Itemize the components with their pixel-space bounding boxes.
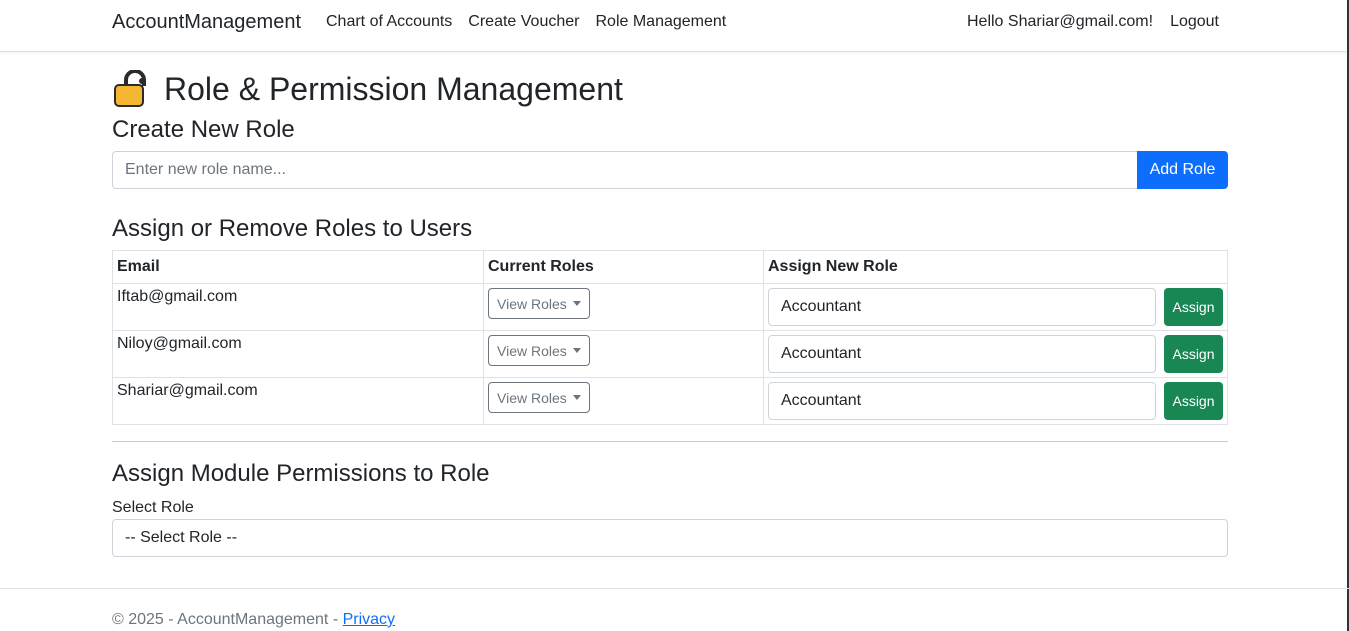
create-role-heading: Create New Role: [112, 116, 295, 143]
nav-create-voucher[interactable]: Create Voucher: [468, 13, 579, 31]
caret-down-icon: [572, 395, 581, 400]
view-roles-dropdown[interactable]: View Roles: [488, 335, 590, 366]
column-header-email: Email: [112, 250, 484, 284]
table-row: Niloy@gmail.com View Roles Accountant As…: [112, 330, 1228, 378]
caret-down-icon: [572, 348, 581, 353]
user-email: Niloy@gmail.com: [112, 330, 484, 378]
privacy-link[interactable]: Privacy: [343, 611, 395, 628]
permission-role-select[interactable]: -- Select Role --: [112, 519, 1228, 557]
nav-chart-of-accounts[interactable]: Chart of Accounts: [326, 13, 452, 31]
assign-button[interactable]: Assign: [1164, 335, 1223, 373]
nav-links: Chart of Accounts Create Voucher Role Ma…: [326, 13, 726, 31]
column-header-current-roles: Current Roles: [483, 250, 764, 284]
user-roles-table: Email Current Roles Assign New Role Ifta…: [112, 250, 1228, 425]
assign-button[interactable]: Assign: [1164, 382, 1223, 420]
view-roles-label: View Roles: [497, 295, 567, 312]
top-navbar: AccountManagement Chart of Accounts Crea…: [0, 0, 1349, 52]
column-header-assign-new-role: Assign New Role: [763, 250, 1228, 284]
role-select[interactable]: Accountant: [768, 335, 1156, 373]
current-roles-cell: View Roles: [483, 283, 764, 331]
caret-down-icon: [572, 301, 581, 306]
table-row: Shariar@gmail.com View Roles Accountant …: [112, 377, 1228, 425]
lock-icon: [112, 69, 152, 108]
role-select[interactable]: Accountant: [768, 382, 1156, 420]
footer: © 2025 - AccountManagement - Privacy: [0, 588, 1349, 631]
current-roles-cell: View Roles: [483, 377, 764, 425]
current-roles-cell: View Roles: [483, 330, 764, 378]
section-divider: [112, 441, 1228, 442]
nav-role-management[interactable]: Role Management: [595, 13, 726, 31]
logout-link[interactable]: Logout: [1170, 13, 1219, 31]
user-greeting-link[interactable]: Hello Shariar@gmail.com!: [967, 13, 1153, 31]
view-roles-label: View Roles: [497, 389, 567, 406]
nav-user-area: Hello Shariar@gmail.com! Logout: [967, 13, 1219, 31]
footer-text: © 2025 - AccountManagement - Privacy: [112, 611, 395, 629]
role-select[interactable]: Accountant: [768, 288, 1156, 326]
user-email: Iftab@gmail.com: [112, 283, 484, 331]
select-role-label: Select Role: [112, 499, 194, 516]
assign-role-cell: Accountant Assign: [763, 377, 1228, 425]
table-header-row: Email Current Roles Assign New Role: [112, 250, 1228, 284]
copyright-text: © 2025 - AccountManagement -: [112, 611, 343, 628]
add-role-button[interactable]: Add Role: [1137, 151, 1228, 189]
page-title: Role & Permission Management: [164, 70, 623, 107]
assign-role-cell: Accountant Assign: [763, 330, 1228, 378]
view-roles-label: View Roles: [497, 342, 567, 359]
role-name-input[interactable]: [112, 151, 1137, 189]
user-email: Shariar@gmail.com: [112, 377, 484, 425]
module-permissions-heading: Assign Module Permissions to Role: [112, 460, 490, 487]
assign-button[interactable]: Assign: [1164, 288, 1223, 326]
create-role-form: Add Role: [112, 151, 1228, 189]
brand-link[interactable]: AccountManagement: [112, 11, 301, 34]
view-roles-dropdown[interactable]: View Roles: [488, 288, 590, 319]
page-header: Role & Permission Management: [112, 69, 623, 109]
assign-role-cell: Accountant Assign: [763, 283, 1228, 331]
view-roles-dropdown[interactable]: View Roles: [488, 382, 590, 413]
table-row: Iftab@gmail.com View Roles Accountant As…: [112, 283, 1228, 331]
assign-roles-heading: Assign or Remove Roles to Users: [112, 215, 473, 242]
